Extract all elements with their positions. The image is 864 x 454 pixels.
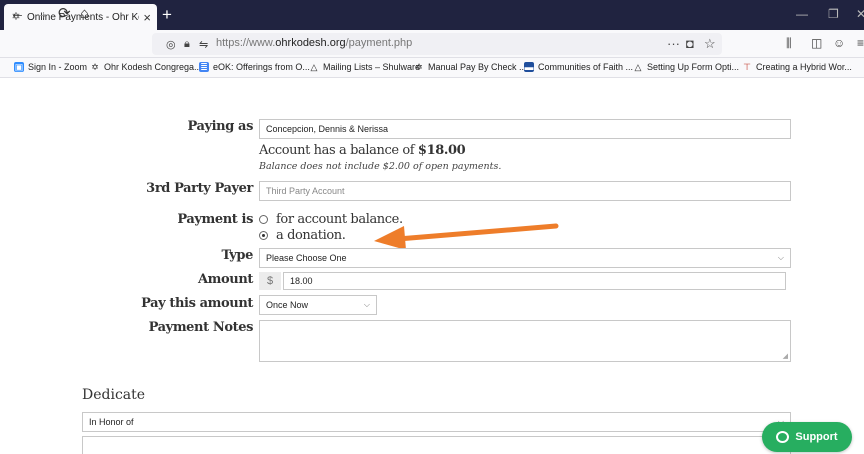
bookmark-item[interactable]: ▬ Communities of Faith ... [524,62,633,72]
third-party-payer-label: 3rd Party Payer [146,181,253,196]
pocket-icon[interactable]: ◘ [686,36,694,51]
library-icon[interactable]: ⫼ [786,36,792,51]
paying-as-label: Paying as [187,119,253,134]
ohr-kodesh-favicon: ✡ [415,62,423,72]
radio-button[interactable] [259,215,268,224]
account-icon[interactable]: ☺ [833,36,845,50]
paying-as-field[interactable]: Concepcion, Dennis & Nerissa [259,119,791,139]
dedicate-select[interactable]: In Honor of ⌵ [82,412,791,432]
balance-amount: $18.00 [417,143,466,158]
type-label: Type [221,248,253,263]
dedicate-textarea[interactable] [82,436,791,454]
site-icon: ▬ [524,62,534,72]
chat-bubble-icon [776,431,790,443]
bookmark-item[interactable]: ✡ Ohr Kodesh Congrega... [90,62,201,72]
radio-button-selected[interactable] [259,231,268,240]
lock-icon[interactable]: 🔒︎ [184,38,190,51]
support-button[interactable]: Support [762,422,852,452]
close-tab-icon[interactable]: × [143,10,151,25]
zoom-icon: ▣ [14,62,24,72]
minimize-icon[interactable]: — [796,7,808,21]
orange-arrow-annotation [374,223,559,248]
amount-input[interactable]: 18.00 [283,272,786,290]
currency-symbol: $ [259,272,281,290]
type-select[interactable]: Please Choose One ⌵ [259,248,791,268]
radio-label: a donation. [276,228,346,243]
chevron-down-icon: ⌵ [777,253,784,262]
new-tab-icon[interactable]: + [162,5,172,25]
ohr-kodesh-favicon: ✡ [91,62,99,72]
pay-this-amount-label: Pay this amount [141,296,253,311]
shield-icon[interactable]: ◎ [166,38,176,51]
restore-icon[interactable]: ❐ [828,7,839,21]
bookmark-item[interactable]: ⊤ Creating a Hybrid Wor... [742,62,852,72]
payment-notes-textarea[interactable]: ◢ [259,320,791,362]
bookmark-item[interactable]: △ Setting Up Form Opti... [633,62,740,72]
payment-notes-label: Payment Notes [148,320,254,335]
page-actions-icon[interactable]: ··· [667,36,680,51]
close-window-icon[interactable]: ✕ [856,7,864,21]
permissions-icon[interactable]: ⇋ [199,38,208,51]
drive-icon: △ [634,62,642,72]
bookmark-item[interactable]: ✡ Manual Pay By Check ... [414,62,526,72]
balance-note: Balance does not include $2.00 of open p… [259,161,502,172]
forward-icon[interactable]: → [34,5,49,23]
pay-this-amount-select[interactable]: Once Now ⌵ [259,295,377,315]
amount-label: Amount [197,272,253,287]
bookmark-item[interactable]: △ Mailing Lists – Shulware [309,62,421,72]
doc-icon: ≣ [199,62,209,72]
dedicate-heading: Dedicate [82,387,146,403]
resize-grip-icon[interactable]: ◢ [783,352,788,360]
bookmark-star-icon[interactable]: ☆ [704,36,716,52]
sidebar-icon[interactable]: ◫ [811,36,822,50]
reload-icon[interactable]: ⟳ [58,5,71,23]
payment-is-label: Payment is [177,212,253,227]
third-party-payer-field[interactable]: Third Party Account [259,181,791,201]
bookmark-icon: ⊤ [743,62,751,72]
balance-text: Account has a balance of $18.00 [259,143,466,158]
url-text[interactable]: https://www.ohrkodesh.org/payment.php [216,37,412,49]
bookmark-item[interactable]: ≣ eOK: Offerings from O... [199,62,310,72]
menu-icon[interactable]: ≡ [857,36,864,50]
home-icon[interactable]: ⌂ [80,5,89,23]
back-icon[interactable]: ← [10,5,25,23]
bookmark-item[interactable]: ▣ Sign In - Zoom [14,62,87,72]
radio-donation[interactable]: a donation. [259,228,346,243]
chevron-down-icon: ⌵ [363,300,370,309]
drive-icon: △ [310,62,318,72]
